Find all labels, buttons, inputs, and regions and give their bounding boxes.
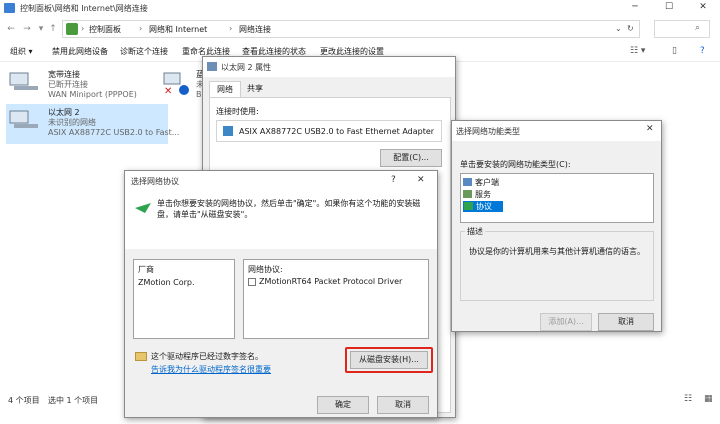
- bluetooth-adapter-icon: ✕: [162, 70, 196, 97]
- help-icon[interactable]: ?: [700, 46, 705, 56]
- feature-cancel-button[interactable]: 取消: [598, 313, 654, 331]
- list-item-broadband[interactable]: 宽带连接 已断开连接 WAN Miniport (PPPOE): [6, 66, 168, 106]
- tab-network[interactable]: 网络: [209, 81, 241, 97]
- properties-titlebar: 以太网 2 属性: [203, 57, 455, 77]
- list-item-protocol[interactable]: 协议: [463, 201, 503, 212]
- network-folder-icon: [66, 23, 78, 35]
- signed-note: 这个驱动程序已经过数字签名。: [151, 352, 263, 361]
- instruction-text: 单击你想要安装的网络协议，然后单击"确定"。如果你有这个功能的安装磁盘，请单击"…: [157, 199, 421, 219]
- address-row: ← → ▾ ↑ › 控制面板 › 网络和 Internet › 网络连接 ⌄ ↻…: [0, 16, 720, 42]
- close-icon[interactable]: ✕: [646, 124, 654, 134]
- adapter-name: ASIX AX88772C USB2.0 to Fast Ethernet Ad…: [239, 127, 435, 136]
- pane-icon[interactable]: ▯: [672, 46, 677, 56]
- control-panel-icon: [4, 3, 15, 13]
- protocol-icon: [464, 202, 473, 210]
- configure-button[interactable]: 配置(C)...: [380, 149, 442, 167]
- feature-type-titlebar: 选择网络功能类型 ✕: [452, 121, 661, 141]
- network-adapter-icon: [8, 108, 38, 130]
- feature-prompt: 单击要安装的网络功能类型(C):: [460, 160, 571, 169]
- item-count: 4 个项目: [8, 396, 40, 405]
- address-dropdown-icon[interactable]: ⌄: [615, 24, 622, 33]
- manufacturer-list[interactable]: 厂商 ZMotion Corp.: [133, 259, 235, 339]
- forward-icon[interactable]: →: [20, 22, 34, 36]
- protocol-cancel-button[interactable]: 取消: [377, 396, 429, 414]
- help-button[interactable]: ?: [391, 175, 396, 185]
- breadcrumb-network-connections[interactable]: 网络连接: [239, 24, 271, 35]
- explorer-titlebar: 控制面板\网络和 Internet\网络连接 ─ ☐ ✕: [0, 0, 720, 16]
- close-button[interactable]: ✕: [686, 0, 720, 16]
- diagnose-command[interactable]: 诊断这个连接: [120, 46, 168, 57]
- description-title: 描述: [465, 226, 485, 237]
- signing-info-link[interactable]: 告诉我为什么驱动程序签名很重要: [151, 364, 271, 375]
- description-text: 协议是你的计算机用来与其他计算机通信的语言。: [469, 247, 645, 256]
- svg-text:✕: ✕: [164, 86, 172, 96]
- adapter-box: ASIX AX88772C USB2.0 to Fast Ethernet Ad…: [216, 120, 442, 142]
- address-bar[interactable]: › 控制面板 › 网络和 Internet › 网络连接 ⌄ ↻: [62, 20, 640, 38]
- selected-count: 选中 1 个项目: [48, 396, 99, 405]
- signed-driver-icon: [135, 352, 147, 361]
- have-disk-button[interactable]: 从磁盘安装(H)...: [350, 351, 428, 369]
- protocol-driver-icon: [248, 278, 256, 286]
- feature-type-dialog: 选择网络功能类型 ✕ 单击要安装的网络功能类型(C): 客户端 服务 协议 描述…: [451, 120, 662, 332]
- button-bar: 确定 取消: [125, 383, 437, 417]
- client-icon: [463, 178, 472, 186]
- disable-device-command[interactable]: 禁用此网络设备: [52, 46, 108, 57]
- list-item-service[interactable]: 服务: [463, 189, 523, 200]
- protocol-icon: [135, 203, 151, 213]
- list-item-ethernet-2[interactable]: 以太网 2 未识别的网络 ASIX AX88772C USB2.0 to Fas…: [6, 104, 179, 144]
- adapter-icon: [207, 62, 217, 71]
- back-icon[interactable]: ←: [4, 22, 18, 36]
- protocol-titlebar: 选择网络协议 ? ✕: [125, 171, 437, 191]
- details-view-icon[interactable]: ☷: [684, 394, 692, 404]
- search-icon: ⌕: [695, 23, 701, 33]
- ok-button[interactable]: 确定: [317, 396, 369, 414]
- tab-sharing[interactable]: 共享: [241, 81, 269, 97]
- maximize-button[interactable]: ☐: [652, 0, 686, 16]
- feature-type-list[interactable]: 客户端 服务 协议: [460, 173, 654, 223]
- protocol-title: 选择网络协议: [131, 177, 179, 186]
- manufacturer-item[interactable]: ZMotion Corp.: [138, 278, 195, 287]
- minimize-button[interactable]: ─: [618, 0, 652, 16]
- adapter-icon: [223, 126, 233, 136]
- instruction-area: 单击你想要安装的网络协议，然后单击"确定"。如果你有这个功能的安装磁盘，请单击"…: [125, 191, 437, 249]
- protocol-item[interactable]: ZMotionRT64 Packet Protocol Driver: [259, 277, 402, 286]
- up-icon[interactable]: ↑: [46, 22, 60, 36]
- view-options-icon[interactable]: ☷ ▾: [630, 46, 645, 56]
- list-item-client[interactable]: 客户端: [463, 177, 523, 188]
- window-title: 控制面板\网络和 Internet\网络连接: [20, 4, 148, 13]
- network-adapter-icon: [8, 70, 38, 92]
- add-button[interactable]: 添加(A)...: [540, 313, 592, 331]
- protocol-header: 网络协议:: [248, 265, 283, 274]
- protocol-list[interactable]: 网络协议: ZMotionRT64 Packet Protocol Driver: [243, 259, 429, 339]
- list-item-bluetooth[interactable]: ✕ 蓝 未 B: [162, 66, 204, 106]
- tiles-view-icon[interactable]: ▦: [704, 394, 713, 404]
- protocol-dialog: 选择网络协议 ? ✕ 单击你想要安装的网络协议，然后单击"确定"。如果你有这个功…: [124, 170, 438, 418]
- manufacturer-header: 厂商: [138, 265, 154, 274]
- breadcrumb-network-internet[interactable]: 网络和 Internet: [149, 24, 207, 35]
- breadcrumb-control-panel[interactable]: 控制面板: [89, 24, 121, 35]
- close-icon[interactable]: ✕: [417, 175, 425, 185]
- refresh-icon[interactable]: ↻: [627, 24, 634, 33]
- properties-title: 以太网 2 属性: [221, 63, 272, 72]
- description-group: 描述 协议是你的计算机用来与其他计算机通信的语言。: [460, 226, 654, 301]
- organize-menu[interactable]: 组织 ▾: [10, 46, 33, 57]
- feature-type-title: 选择网络功能类型: [456, 127, 520, 136]
- connect-using-label: 连接时使用:: [216, 107, 259, 116]
- search-input[interactable]: ⌕: [654, 20, 710, 38]
- service-icon: [463, 190, 472, 198]
